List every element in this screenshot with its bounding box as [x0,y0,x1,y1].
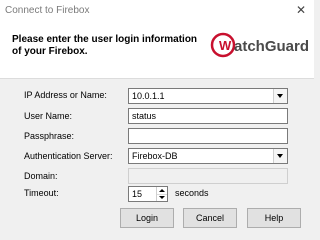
stepper-buttons[interactable] [156,187,167,201]
user-name-value: status [132,111,157,121]
ip-address-dropdown[interactable]: 10.0.1.1 [128,88,288,104]
timeout-label: Timeout: [24,188,59,198]
ip-address-value: 10.0.1.1 [132,91,165,101]
svg-text:W: W [219,38,232,53]
passphrase-label: Passphrase: [24,131,75,141]
auth-server-dropdown[interactable]: Firebox-DB [128,148,288,164]
close-icon[interactable]: ✕ [292,2,310,19]
domain-input [128,168,288,184]
timeout-unit: seconds [175,188,209,198]
cancel-button[interactable]: Cancel [183,208,237,228]
timeout-value: 15 [132,189,143,199]
chevron-down-icon[interactable] [157,194,167,201]
window-title: Connect to Firebox [5,5,90,16]
dialog-header: Please enter the user login information … [0,22,314,79]
chevron-down-icon[interactable] [273,149,287,163]
login-button[interactable]: Login [120,208,174,228]
watchguard-logo: W atchGuard [210,32,308,58]
svg-text:atchGuard: atchGuard [234,38,308,55]
domain-label: Domain: [24,171,58,181]
help-button[interactable]: Help [247,208,301,228]
chevron-down-icon[interactable] [273,89,287,103]
login-prompt: Please enter the user login information … [12,34,198,57]
user-name-label: User Name: [24,111,73,121]
title-bar: Connect to Firebox ✕ [0,0,314,22]
auth-server-label: Authentication Server: [24,151,113,161]
passphrase-input[interactable] [128,128,288,144]
user-name-input[interactable]: status [128,108,288,124]
ip-address-label: IP Address or Name: [24,90,107,100]
auth-server-value: Firebox-DB [132,151,178,161]
timeout-stepper[interactable]: 15 [128,186,168,202]
